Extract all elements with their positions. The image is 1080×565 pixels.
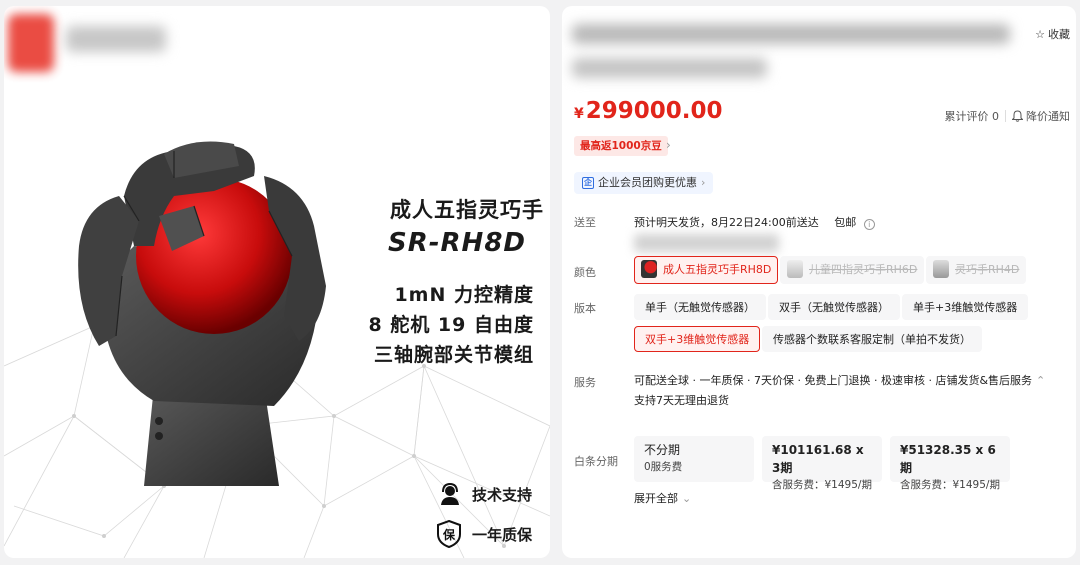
svg-text:保: 保 bbox=[442, 527, 456, 542]
installment-option-title: 不分期 bbox=[644, 443, 681, 457]
version-label: 版本 bbox=[574, 302, 596, 315]
version-option-double-3d-sensor[interactable]: 双手+3维触觉传感器 bbox=[634, 326, 761, 352]
jd-bean-tag[interactable]: 最高返1000京豆 bbox=[574, 136, 668, 156]
installment-option-fee: 含服务费：¥1495/期 bbox=[900, 479, 1000, 491]
color-option-rh6d[interactable]: 儿童四指灵巧手RH6D bbox=[780, 256, 925, 284]
service-return-policy: 支持7天无理由退货 bbox=[634, 394, 729, 407]
price-value: 299000.00 bbox=[585, 98, 723, 124]
installment-option-title: ¥101161.68 x 3期 bbox=[772, 443, 864, 475]
feature-force-precision: 1mN 力控精度 bbox=[394, 284, 534, 306]
installment-option-title: ¥51328.35 x 6期 bbox=[900, 443, 996, 475]
robotic-hand-image bbox=[78, 141, 326, 486]
installment-option-fee: 含服务费：¥1495/期 bbox=[772, 479, 872, 491]
color-option-thumbnail bbox=[787, 260, 803, 278]
favorite-label: 收藏 bbox=[1048, 28, 1070, 41]
installment-option-none[interactable]: 不分期 0服务费 bbox=[634, 436, 754, 482]
enterprise-icon: 企 bbox=[582, 177, 594, 189]
product-image-panel: 成人五指灵巧手 SR-RH8D 1mN 力控精度 8 舵机 19 自由度 三轴腕… bbox=[4, 6, 550, 558]
price-alert-label: 降价通知 bbox=[1026, 110, 1070, 123]
price-currency: ¥ bbox=[574, 106, 584, 122]
service-list-text: 可配送全球 · 一年质保 · 7天价保 · 免费上门退换 · 极速审核 · 店铺… bbox=[634, 374, 1033, 387]
chevron-down-icon: ⌄ bbox=[682, 492, 692, 505]
badge-warranty: 保 一年质保 bbox=[436, 520, 532, 548]
product-info-panel: ☆ 收藏 ¥ 299000.00 累计评价 0 降价通知 最高返1000京豆 ›… bbox=[562, 6, 1076, 558]
product-name-blurred bbox=[572, 24, 1010, 44]
product-image-title: 成人五指灵巧手 bbox=[390, 198, 544, 222]
shop-logo-blurred bbox=[8, 14, 54, 72]
service-label: 服务 bbox=[574, 376, 596, 389]
color-option-thumbnail bbox=[641, 260, 657, 278]
color-option-label: 成人五指灵巧手RH8D bbox=[663, 263, 772, 276]
delivery-text: 预计明天发货，8月22日24:00前送达 bbox=[634, 216, 819, 229]
chevron-up-icon[interactable]: ⌃ bbox=[1036, 374, 1045, 387]
feature-wrist-module: 三轴腕部关节模组 bbox=[373, 344, 534, 366]
expand-all-label: 展开全部 bbox=[634, 492, 678, 505]
price: ¥ 299000.00 bbox=[574, 98, 723, 124]
star-icon: ☆ bbox=[1035, 27, 1045, 41]
version-option-double-no-sensor[interactable]: 双手（无触觉传感器） bbox=[768, 294, 900, 320]
shop-name-blurred bbox=[66, 26, 166, 52]
installment-option-fee: 0服务费 bbox=[644, 461, 683, 473]
color-option-label: 儿童四指灵巧手RH6D bbox=[809, 263, 918, 276]
review-and-alert: 累计评价 0 降价通知 bbox=[945, 108, 1070, 124]
delivery-info: 预计明天发货，8月22日24:00前送达 包邮 i bbox=[634, 214, 875, 230]
product-name-blurred-line2 bbox=[572, 58, 767, 78]
installment-label: 白条分期 bbox=[574, 455, 618, 468]
installment-option-6[interactable]: ¥51328.35 x 6期 含服务费：¥1495/期 bbox=[890, 436, 1010, 491]
expand-all-button[interactable]: 展开全部 ⌄ bbox=[634, 490, 691, 506]
chevron-right-icon[interactable]: › bbox=[666, 138, 671, 152]
color-option-rh4d[interactable]: 灵巧手RH4D bbox=[926, 256, 1027, 284]
color-label: 颜色 bbox=[574, 266, 596, 279]
headset-icon bbox=[440, 482, 459, 505]
info-icon[interactable]: i bbox=[863, 219, 875, 230]
color-option-label: 灵巧手RH4D bbox=[955, 263, 1020, 276]
badge-warranty-label: 一年质保 bbox=[471, 525, 532, 544]
product-image-model: SR-RH8D bbox=[388, 228, 526, 258]
chevron-right-icon: › bbox=[701, 176, 706, 189]
service-list[interactable]: 可配送全球 · 一年质保 · 7天价保 · 免费上门退换 · 极速审核 · 店铺… bbox=[634, 372, 1045, 388]
favorite-button[interactable]: ☆ 收藏 bbox=[1035, 26, 1070, 42]
enterprise-tag[interactable]: 企 企业会员团购更优惠 › bbox=[574, 172, 714, 194]
price-alert-button[interactable]: 降价通知 bbox=[1012, 108, 1070, 124]
bell-icon bbox=[1012, 110, 1023, 122]
address-blurred[interactable] bbox=[634, 234, 779, 252]
shield-bao-icon: 保 bbox=[436, 520, 461, 548]
review-count[interactable]: 累计评价 0 bbox=[945, 108, 1000, 124]
free-shipping: 包邮 bbox=[834, 216, 857, 229]
version-option-custom-sensor[interactable]: 传感器个数联系客服定制（单拍不发货） bbox=[762, 326, 982, 352]
delivery-label: 送至 bbox=[574, 216, 596, 229]
enterprise-tag-label: 企业会员团购更优惠 bbox=[598, 176, 697, 189]
badge-tech-support: 技术支持 bbox=[438, 482, 532, 506]
version-option-single-3d-sensor[interactable]: 单手+3维触觉传感器 bbox=[902, 294, 1029, 320]
version-option-single-no-sensor[interactable]: 单手（无触觉传感器） bbox=[634, 294, 766, 320]
feature-servos-dof: 8 舵机 19 自由度 bbox=[368, 314, 534, 336]
installment-option-3[interactable]: ¥101161.68 x 3期 含服务费：¥1495/期 bbox=[762, 436, 882, 491]
badge-tech-support-label: 技术支持 bbox=[471, 485, 532, 504]
color-option-thumbnail bbox=[933, 260, 949, 278]
color-option-rh8d[interactable]: 成人五指灵巧手RH8D bbox=[634, 256, 779, 284]
divider bbox=[1005, 110, 1006, 122]
